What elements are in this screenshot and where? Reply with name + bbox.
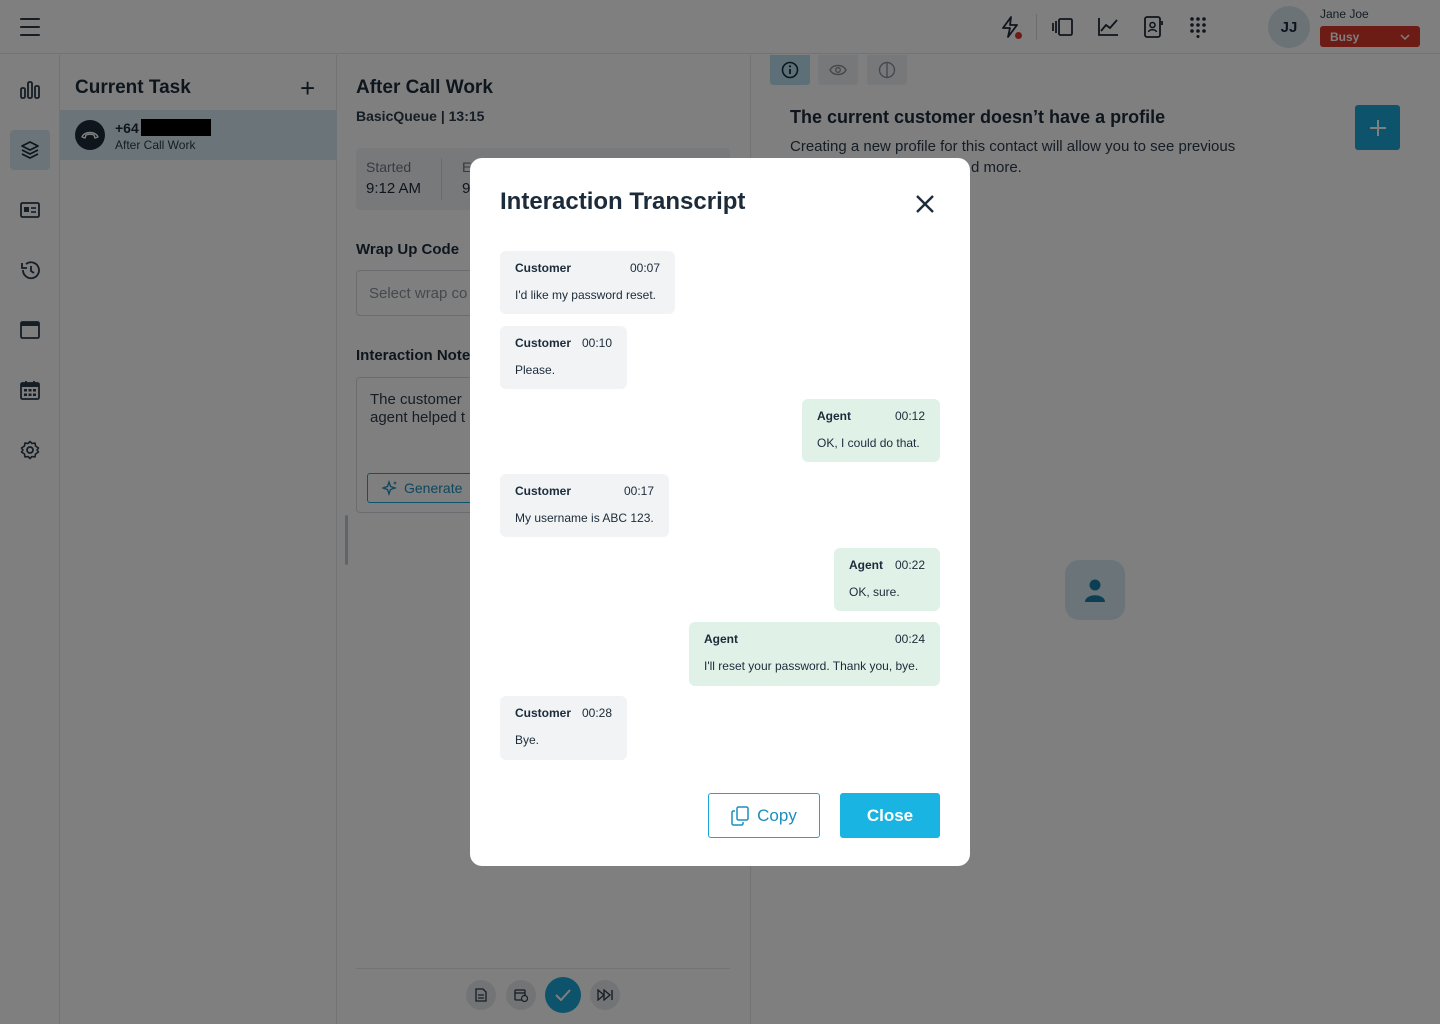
message-text: My username is ABC 123.	[515, 511, 654, 525]
copy-icon	[731, 805, 749, 826]
transcript-message-customer: Customer 00:10 Please.	[500, 326, 627, 389]
message-time: 00:10	[581, 336, 612, 350]
close-button[interactable]: Close	[840, 793, 940, 838]
message-time: 00:12	[894, 409, 925, 423]
message-sender: Customer	[515, 484, 572, 498]
message-sender: Agent	[704, 632, 738, 646]
message-time: 00:07	[629, 261, 660, 275]
transcript-message-agent: Agent 00:12 OK, I could do that.	[802, 399, 940, 462]
copy-label: Copy	[757, 805, 797, 825]
message-sender: Customer	[515, 261, 572, 275]
message-time: 00:28	[581, 706, 612, 720]
message-time: 00:24	[894, 632, 925, 646]
transcript-message-agent: Agent 00:22 OK, sure.	[834, 548, 940, 611]
message-sender: Agent	[849, 558, 883, 572]
copy-button[interactable]: Copy	[708, 793, 820, 838]
modal-title: Interaction Transcript	[500, 188, 746, 215]
message-text: OK, sure.	[849, 585, 900, 599]
close-icon[interactable]	[910, 189, 940, 219]
message-time: 00:22	[894, 558, 925, 572]
transcript-message-customer: Customer 00:17 My username is ABC 123.	[500, 474, 669, 537]
message-sender: Agent	[817, 409, 851, 423]
message-time: 00:17	[623, 484, 654, 498]
message-sender: Customer	[515, 706, 572, 720]
transcript-message-agent: Agent 00:24 I'll reset your password. Tha…	[689, 622, 940, 686]
message-text: Bye.	[515, 733, 540, 747]
message-text: I'll reset your password. Thank you, bye…	[704, 659, 919, 673]
transcript-message-customer: Customer 00:28 Bye.	[500, 696, 627, 760]
interaction-transcript-modal: Interaction Transcript Customer 00:07 I'd…	[470, 158, 970, 866]
message-text: I'd like my password reset.	[515, 288, 657, 302]
message-text: OK, I could do that.	[817, 436, 920, 450]
message-text: Please.	[515, 363, 556, 377]
message-sender: Customer	[515, 336, 572, 350]
transcript-message-customer: Customer 00:07 I'd like my password reset…	[500, 251, 675, 314]
